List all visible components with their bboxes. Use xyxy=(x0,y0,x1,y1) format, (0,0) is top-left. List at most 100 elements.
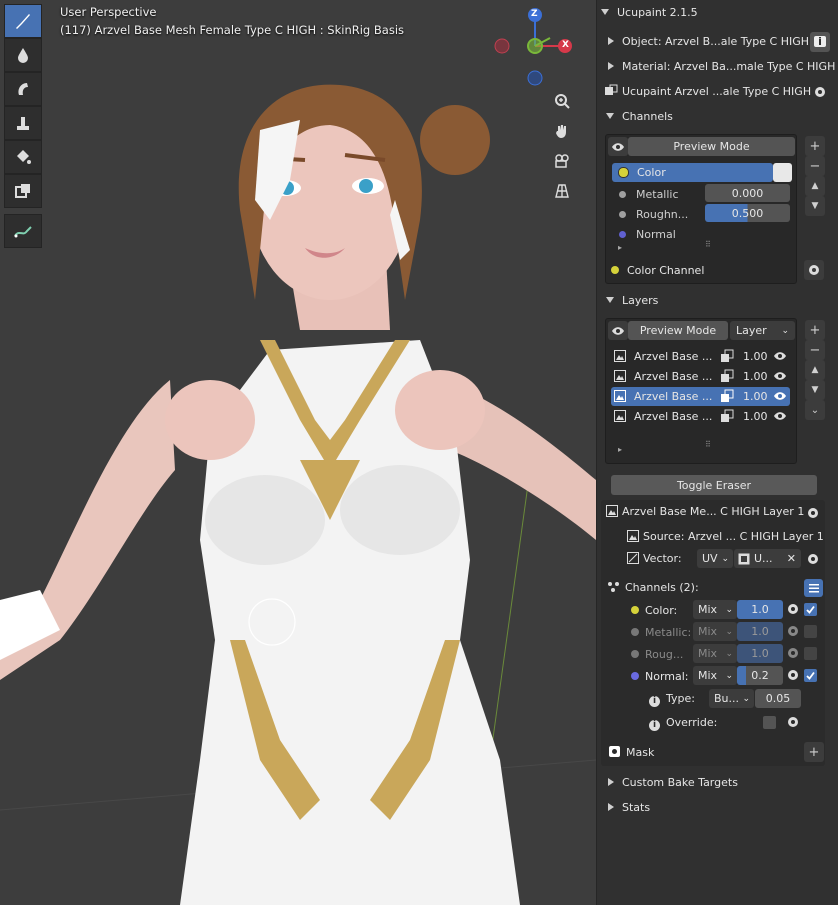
eye-icon[interactable] xyxy=(773,371,787,381)
3d-viewport[interactable]: User Perspective (117) Arzvel Base Mesh … xyxy=(0,0,596,905)
normal-strength-field[interactable]: 0.05 xyxy=(755,689,801,708)
channels-visibility-toggle[interactable] xyxy=(608,137,628,156)
enable-checkbox[interactable] xyxy=(804,669,817,682)
move-layer-up-button[interactable]: ▲ xyxy=(805,360,825,380)
gear-icon[interactable] xyxy=(786,646,800,660)
blend-icon[interactable] xyxy=(720,389,734,403)
enable-checkbox[interactable] xyxy=(804,625,817,638)
color-channel-settings-button[interactable] xyxy=(804,260,824,280)
node-settings-button[interactable] xyxy=(810,82,830,102)
fill-tool[interactable] xyxy=(4,140,42,174)
smear-tool[interactable] xyxy=(4,72,42,106)
ucupaint-node-row[interactable]: Ucupaint Arzvel ...ale Type C HIGH xyxy=(597,80,838,102)
move-channel-up-button[interactable]: ▲ xyxy=(805,176,825,196)
normal-type-dropdown[interactable]: Bu... ⌄ xyxy=(709,689,754,708)
gear-icon[interactable] xyxy=(786,624,800,638)
add-channel-button[interactable]: + xyxy=(805,136,825,156)
info-button[interactable] xyxy=(810,32,830,52)
layer-row[interactable]: Arzvel Base ... xyxy=(614,370,712,383)
intensity-field[interactable]: 1.0 xyxy=(737,644,783,663)
source-row[interactable]: Source: Arzvel ... C HIGH Layer 1 xyxy=(627,530,824,543)
add-layer-button[interactable]: + xyxy=(805,320,825,340)
channels-list-toggle[interactable] xyxy=(804,579,823,597)
blend-icon[interactable] xyxy=(720,369,734,383)
remove-layer-button[interactable]: − xyxy=(805,340,825,360)
resize-handle-icon[interactable]: ⠿ xyxy=(705,240,711,249)
image-icon xyxy=(614,390,626,402)
channels-header[interactable]: Channels xyxy=(597,105,838,127)
move-layer-down-button[interactable]: ▼ xyxy=(805,380,825,400)
expand-arrow-icon xyxy=(608,803,614,811)
intensity-field[interactable]: 1.0 xyxy=(737,622,783,641)
list-expand-icon[interactable]: ▸ xyxy=(618,445,622,454)
gear-icon[interactable] xyxy=(786,668,800,682)
add-mask-button[interactable]: + xyxy=(804,742,824,762)
pan-button[interactable] xyxy=(549,118,575,144)
gear-icon[interactable] xyxy=(786,602,800,616)
object-row[interactable]: Object: Arzvel B...ale Type C HIGH xyxy=(597,30,838,52)
blend-mode-dropdown[interactable]: Mix ⌄ xyxy=(693,622,737,641)
enable-checkbox[interactable] xyxy=(804,647,817,660)
gear-icon[interactable] xyxy=(786,715,800,729)
intensity-field[interactable]: 1.0 xyxy=(737,600,783,619)
override-checkbox[interactable] xyxy=(763,716,776,729)
resize-handle-icon[interactable]: ⠿ xyxy=(705,440,711,449)
move-channel-down-button[interactable]: ▼ xyxy=(805,196,825,216)
layer-row[interactable]: Arzvel Base ... xyxy=(614,390,712,403)
material-row[interactable]: Material: Arzvel Ba...male Type C HIGH xyxy=(597,55,838,77)
blend-mode-dropdown[interactable]: Mix ⌄ xyxy=(693,600,737,619)
layer-opacity[interactable]: 1.00 xyxy=(743,370,768,383)
blend-icon[interactable] xyxy=(720,409,734,423)
layers-preview-mode-button[interactable]: Preview Mode xyxy=(628,321,728,340)
vector-settings-button[interactable] xyxy=(803,549,823,569)
mask-tool[interactable] xyxy=(4,174,42,208)
layer-opacity[interactable]: 1.00 xyxy=(743,350,768,363)
layer-name-row[interactable]: Arzvel Base Me... C HIGH Layer 1 xyxy=(606,505,804,518)
stats-header[interactable]: Stats xyxy=(597,796,838,818)
layer-row[interactable]: Arzvel Base ... xyxy=(614,350,712,363)
layers-visibility-toggle[interactable] xyxy=(608,321,628,340)
layer-opacity[interactable]: 1.00 xyxy=(743,410,768,423)
soften-tool[interactable] xyxy=(4,38,42,72)
enable-checkbox[interactable] xyxy=(804,603,817,616)
brush-icon xyxy=(16,14,30,29)
panel-header[interactable]: Ucupaint 2.1.5 xyxy=(597,1,838,23)
roughness-value-field[interactable]: 0.500 xyxy=(705,204,790,222)
blend-icon[interactable] xyxy=(720,349,734,363)
custom-bake-targets-header[interactable]: Custom Bake Targets xyxy=(597,771,838,793)
clone-tool[interactable] xyxy=(4,106,42,140)
draw-brush-tool[interactable] xyxy=(4,4,42,38)
mask-row[interactable]: Mask xyxy=(609,746,654,759)
layer-settings-button[interactable] xyxy=(803,503,823,523)
clear-icon[interactable]: ✕ xyxy=(787,552,796,565)
annotate-tool[interactable] xyxy=(4,214,42,248)
remove-channel-button[interactable]: − xyxy=(805,156,825,176)
layers-header[interactable]: Layers xyxy=(597,289,838,311)
layers-preview-dropdown[interactable]: Layer ⌄ xyxy=(730,321,795,340)
intensity-field[interactable]: 0.2 xyxy=(737,666,783,685)
channel-row-color[interactable]: Color xyxy=(612,163,773,182)
uv-map-selector[interactable]: U... ✕ xyxy=(734,549,801,568)
channel-row-normal[interactable]: Normal xyxy=(619,228,676,241)
channel-row-roughness[interactable]: Roughn... xyxy=(619,208,688,221)
blend-mode-dropdown[interactable]: Mix ⌄ xyxy=(693,666,737,685)
eye-icon[interactable] xyxy=(773,411,787,421)
color-swatch[interactable] xyxy=(773,163,792,182)
metallic-value-field[interactable]: 0.000 xyxy=(705,184,790,202)
layer-channels-row[interactable]: Channels (2): xyxy=(607,581,699,594)
layer-row[interactable]: Arzvel Base ... xyxy=(614,410,712,423)
layer-more-menu-button[interactable]: ⌄ xyxy=(805,400,825,420)
perspective-toggle-button[interactable] xyxy=(549,178,575,204)
color-channel-row[interactable]: Color Channel xyxy=(597,259,838,281)
vector-type-dropdown[interactable]: UV ⌄ xyxy=(697,549,733,568)
blend-mode-dropdown[interactable]: Mix ⌄ xyxy=(693,644,737,663)
zoom-button[interactable] xyxy=(549,88,575,114)
eye-icon[interactable] xyxy=(773,351,787,361)
camera-view-button[interactable] xyxy=(549,148,575,174)
channel-row-metallic[interactable]: Metallic xyxy=(619,188,679,201)
list-expand-icon[interactable]: ▸ xyxy=(618,243,622,252)
layer-opacity[interactable]: 1.00 xyxy=(743,390,768,403)
channels-preview-mode-button[interactable]: Preview Mode xyxy=(628,137,795,156)
toggle-eraser-button[interactable]: Toggle Eraser xyxy=(611,475,817,495)
eye-icon[interactable] xyxy=(773,391,787,401)
